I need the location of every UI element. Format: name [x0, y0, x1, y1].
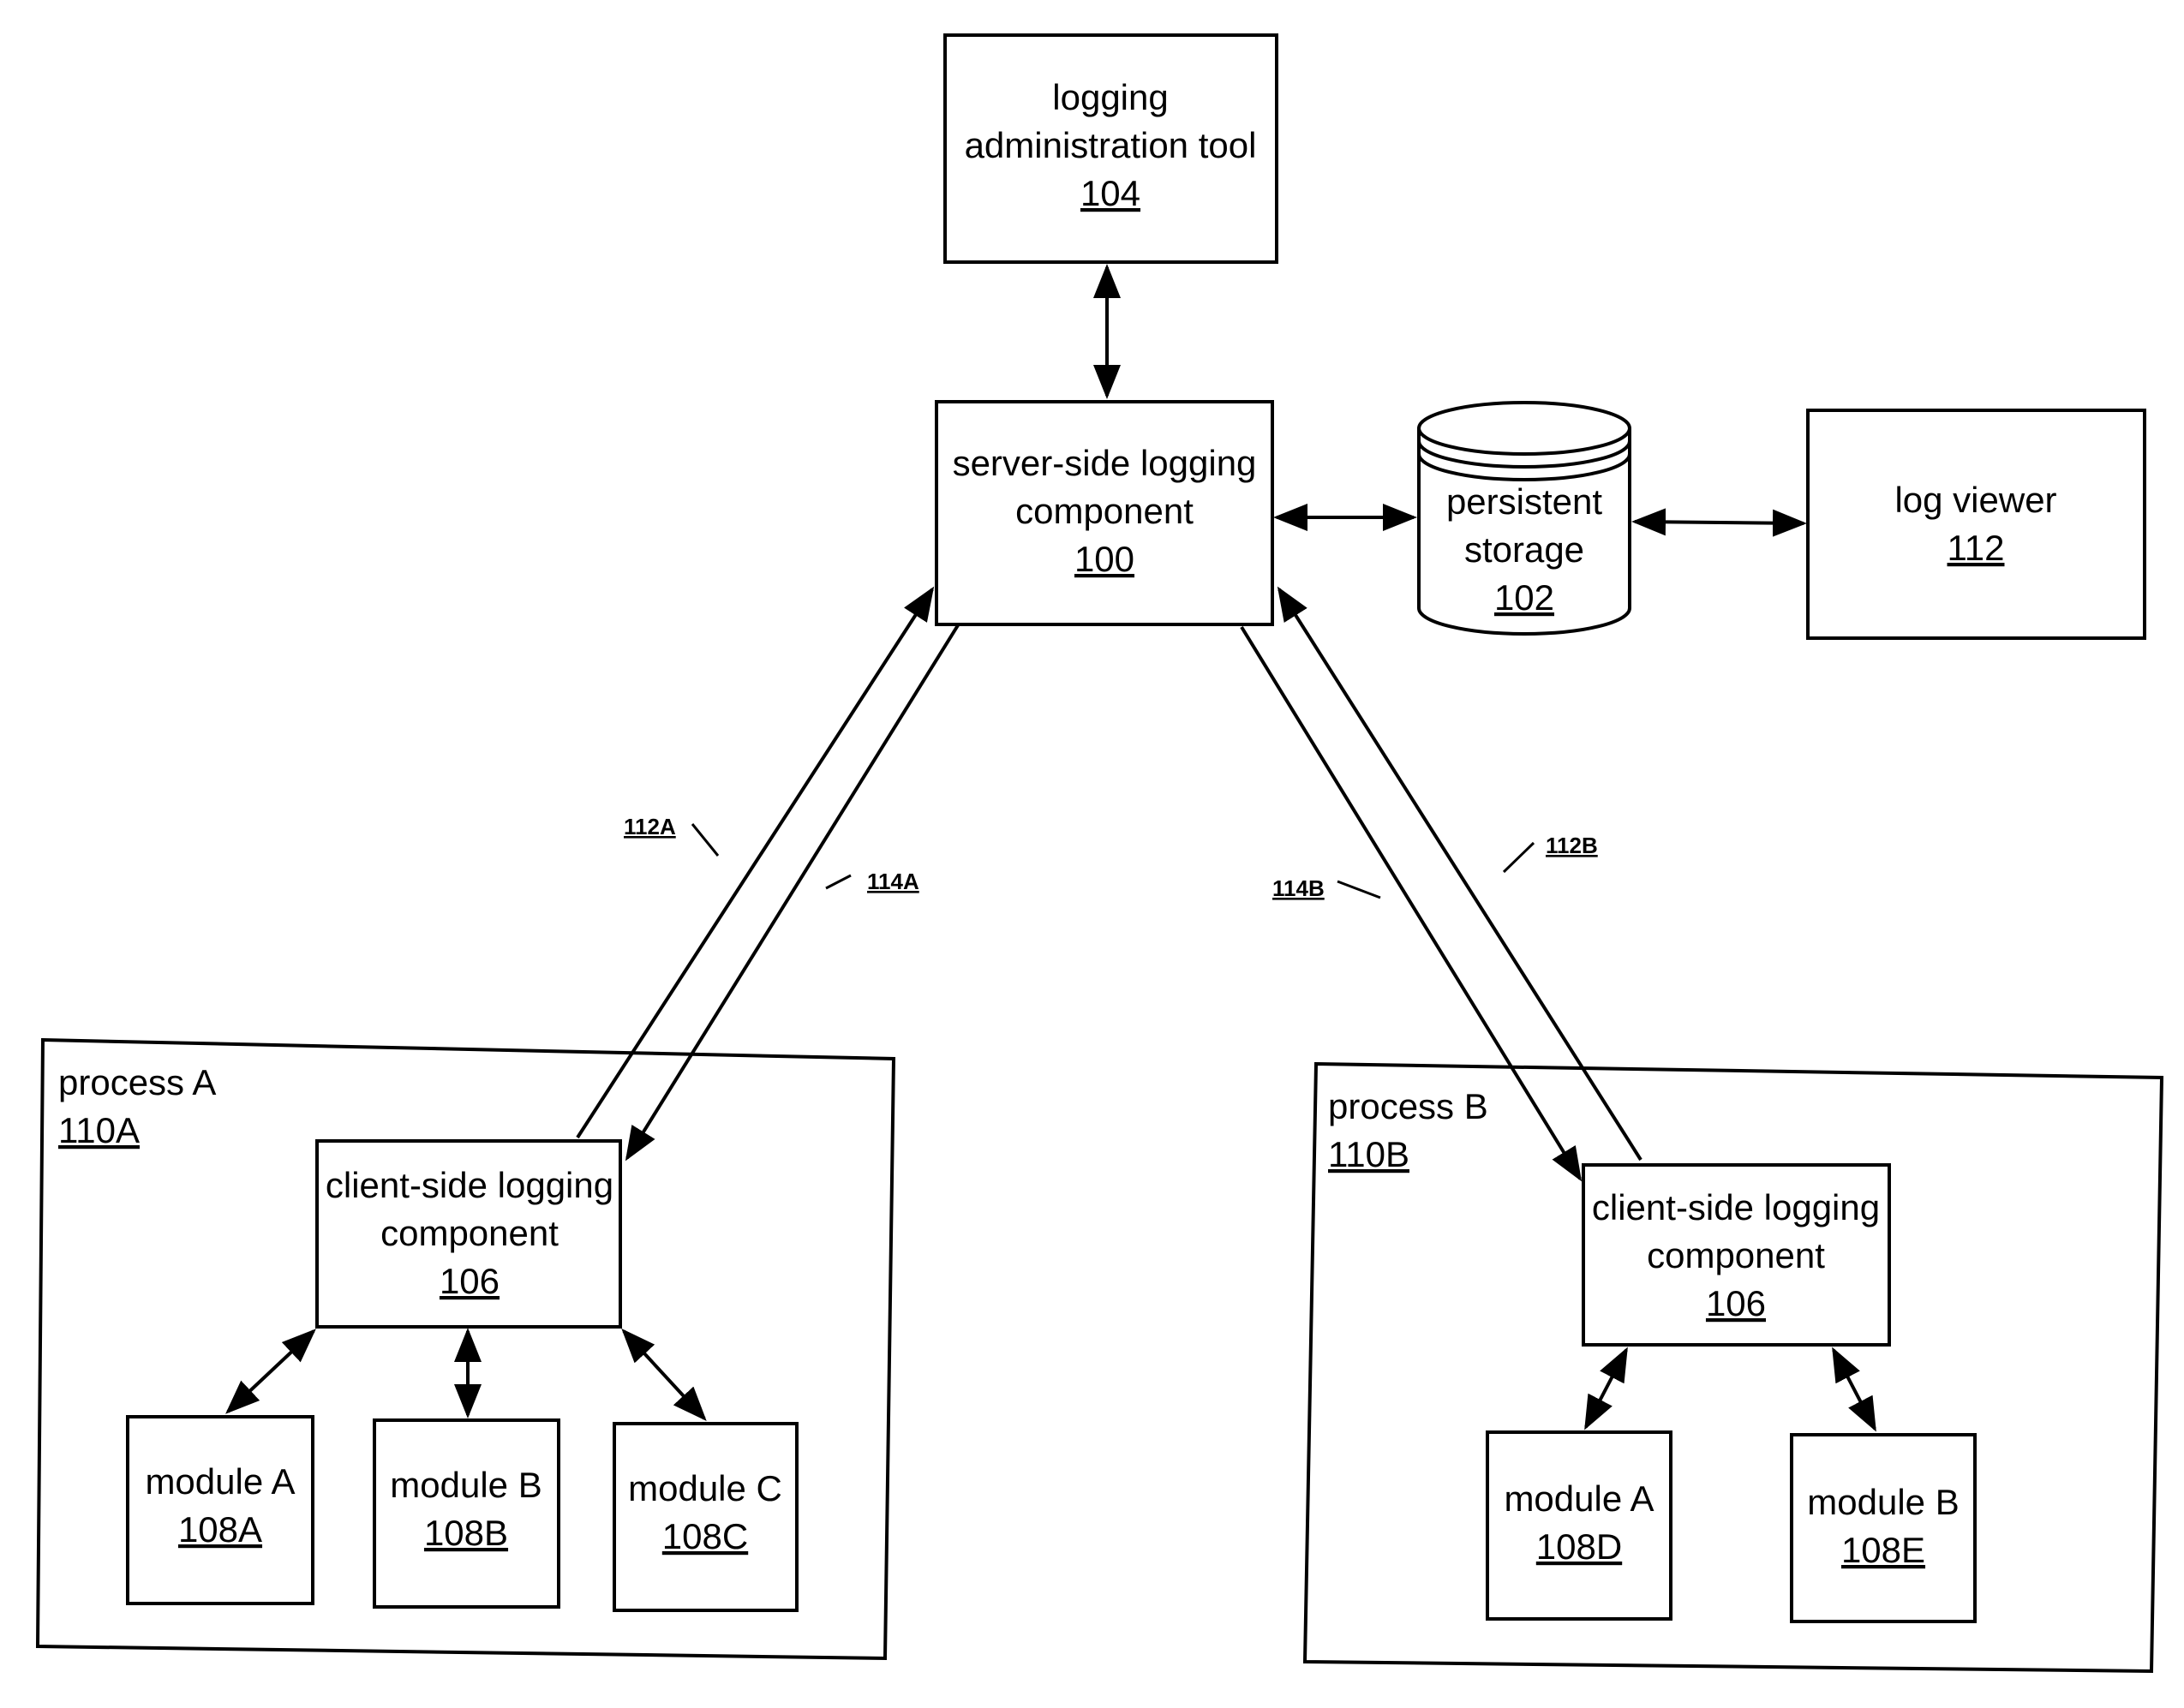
edge-112b-client-b-to-server: [1277, 586, 1642, 1162]
module-108a-label: module A: [145, 1461, 295, 1502]
label-114a: 114A: [867, 869, 919, 894]
process-a-ref: 110A: [58, 1110, 140, 1150]
edge-client-a-module-108c: [621, 1329, 707, 1421]
module-108e-box: [1790, 1433, 1977, 1623]
client-b-line2: component: [1647, 1235, 1825, 1275]
label-114b: 114B: [1272, 875, 1325, 901]
node-module-108e: module B 108E: [1790, 1433, 1977, 1623]
module-108d-box: [1486, 1430, 1672, 1621]
client-a-line2: component: [380, 1213, 559, 1253]
edge-client-b-module-108e: [1832, 1347, 1876, 1432]
client-b-ref: 106: [1706, 1283, 1766, 1323]
server-line1: server-side logging: [953, 443, 1257, 483]
admin-tool-line1: logging: [1052, 77, 1168, 117]
edge-client-a-module-108a: [225, 1329, 316, 1414]
process-b-border: [1302, 1061, 2164, 1674]
storage-ref: 102: [1494, 577, 1554, 618]
node-module-108c: module C 108C: [613, 1422, 799, 1612]
admin-tool-line2: administration tool: [965, 125, 1257, 165]
module-108c-ref: 108C: [662, 1516, 748, 1556]
module-108d-label: module A: [1504, 1478, 1654, 1519]
node-client-side-logging-component-a: client-side logging component 106: [315, 1139, 622, 1329]
module-108e-ref: 108E: [1841, 1530, 1925, 1570]
client-a-ref: 106: [440, 1261, 500, 1301]
node-server-side-logging-component: server-side logging component 100: [935, 400, 1274, 626]
module-108a-ref: 108A: [178, 1509, 262, 1550]
module-108e-label: module B: [1807, 1482, 1959, 1522]
edge-storage-viewer: [1631, 508, 1807, 537]
label-112b: 112B: [1546, 833, 1598, 858]
storage-line2: storage: [1464, 529, 1584, 570]
process-b-ref: 110B: [1328, 1134, 1409, 1174]
module-108b-ref: 108B: [424, 1513, 508, 1553]
module-108b-label: module B: [390, 1465, 542, 1505]
process-a-label: process A: [58, 1062, 216, 1102]
client-b-line1: client-side logging: [1592, 1187, 1880, 1227]
node-log-viewer: log viewer 112: [1806, 409, 2146, 640]
label-112a: 112A: [624, 814, 676, 839]
module-108c-label: module C: [628, 1468, 782, 1508]
leader-114a: [825, 874, 852, 890]
node-module-108d: module A 108D: [1486, 1430, 1672, 1621]
storage-cylinder-top: [1417, 401, 1631, 456]
node-module-108b: module B 108B: [373, 1418, 560, 1609]
module-108d-ref: 108D: [1536, 1526, 1622, 1567]
node-module-108a: module A 108A: [126, 1415, 314, 1605]
node-logging-administration-tool: logging administration tool 104: [943, 33, 1278, 264]
storage-line1: persistent: [1446, 481, 1602, 522]
server-ref: 100: [1074, 539, 1134, 579]
admin-tool-ref: 104: [1080, 173, 1140, 213]
leader-112a: [691, 823, 720, 857]
process-b-label: process B: [1328, 1086, 1488, 1126]
logging-architecture-diagram: logging administration tool 104 server-s…: [35, 33, 2164, 1674]
log-viewer-box: [1806, 409, 2146, 640]
leader-114b: [1337, 880, 1381, 899]
leader-112b: [1502, 841, 1535, 874]
server-line2: component: [1015, 491, 1194, 531]
node-client-side-logging-component-b: client-side logging component 106: [1582, 1163, 1891, 1347]
node-persistent-storage: persistent storage 102: [1417, 401, 1631, 636]
log-viewer-line1: log viewer: [1894, 480, 2056, 520]
edge-client-b-module-108d: [1584, 1347, 1628, 1430]
client-a-line1: client-side logging: [326, 1165, 613, 1205]
container-process-b: process B 110B: [1302, 1061, 2164, 1674]
log-viewer-ref: 112: [1948, 528, 2005, 568]
